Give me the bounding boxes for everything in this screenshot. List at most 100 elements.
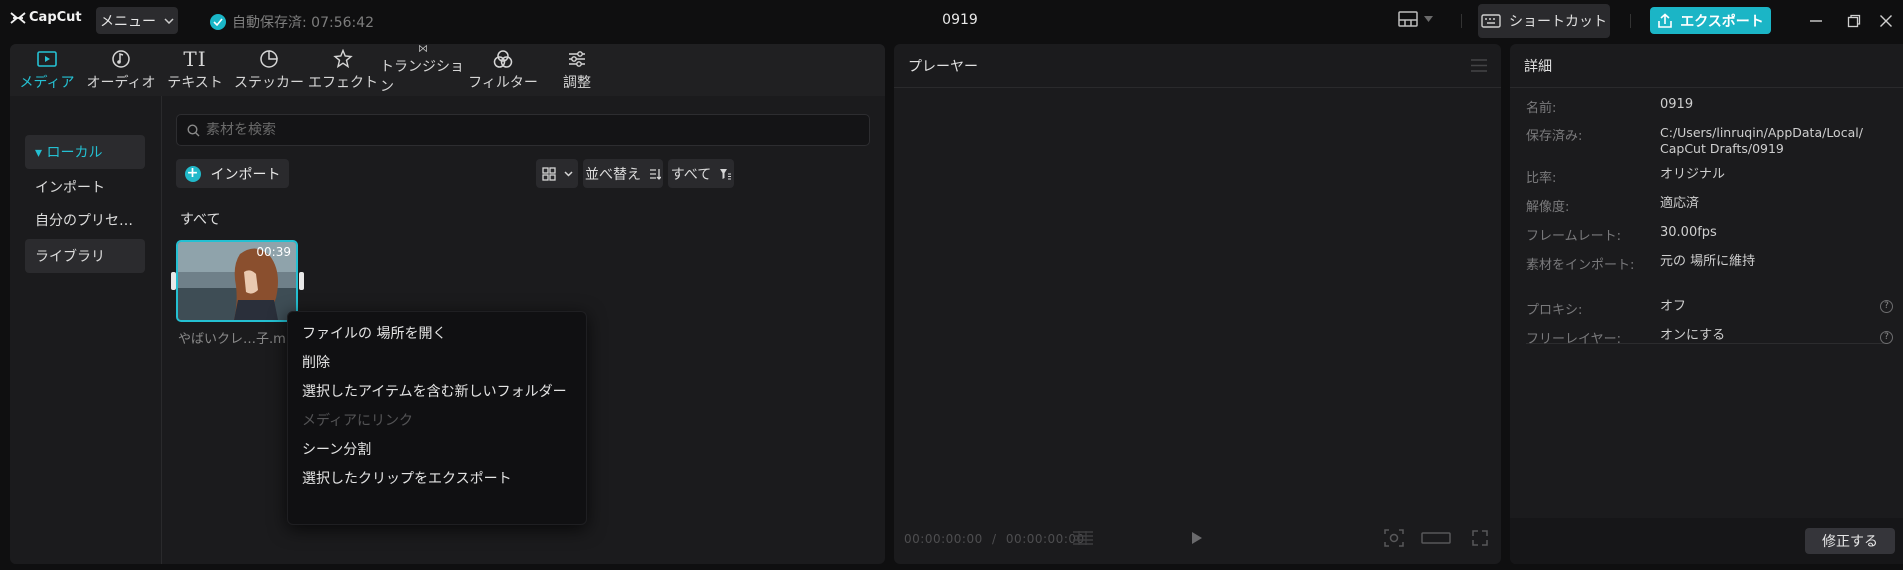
detail-key: 名前: bbox=[1526, 101, 1557, 116]
grid-view-icon bbox=[541, 166, 556, 181]
sidebar-item-import[interactable]: インポート bbox=[25, 170, 145, 204]
sticker-icon bbox=[260, 49, 278, 68]
detail-key: 比率: bbox=[1526, 171, 1557, 186]
section-label: すべて bbox=[180, 212, 221, 228]
close-button[interactable] bbox=[1876, 11, 1896, 31]
player-panel: プレーヤー 00:00:00:00 / 00:00:00:00 bbox=[894, 44, 1501, 564]
clip-right-handle[interactable] bbox=[299, 272, 304, 290]
tool-tabs: メディア オーディオ TI テキスト ステッカー エフェクト トランジション フ… bbox=[10, 44, 885, 96]
help-icon[interactable]: ? bbox=[1880, 300, 1893, 313]
menu-item-link-media: メディアにリンク bbox=[302, 413, 414, 429]
filter-label: すべて bbox=[670, 166, 712, 183]
tab-transition[interactable]: トランジション bbox=[380, 44, 466, 96]
menu-item-scene-split[interactable]: シーン分割 bbox=[302, 439, 371, 459]
tab-media[interactable]: メディア bbox=[10, 44, 84, 96]
timecode: 00:00:00:00 / 00:00:00:00 bbox=[904, 532, 1085, 546]
player-header: プレーヤー bbox=[894, 44, 1501, 88]
sidebar-item-label: ▾ ローカル bbox=[35, 145, 103, 161]
effect-icon bbox=[333, 48, 353, 68]
detail-header: 詳細 bbox=[1510, 44, 1903, 88]
tab-text[interactable]: TI テキスト bbox=[158, 44, 232, 96]
menu-button[interactable]: メニュー bbox=[96, 7, 178, 34]
tab-label: トランジション bbox=[380, 59, 464, 95]
layout-icon bbox=[1398, 11, 1418, 27]
search-icon bbox=[187, 123, 200, 136]
tab-sticker[interactable]: ステッカー bbox=[232, 44, 306, 96]
sidebar-item-label: ライブラリ bbox=[35, 249, 105, 265]
export-button[interactable]: エクスポート bbox=[1650, 7, 1771, 34]
detail-value: オリジナル bbox=[1660, 167, 1726, 182]
tab-effect[interactable]: エフェクト bbox=[306, 44, 380, 96]
clip-name: やばいクレ…子.m bbox=[178, 332, 286, 347]
detail-value: 0919 bbox=[1660, 97, 1694, 112]
text-icon: TI bbox=[183, 46, 207, 71]
import-label: インポート bbox=[210, 166, 281, 183]
clip-left-handle[interactable] bbox=[171, 272, 176, 290]
hamburger-menu-icon[interactable] bbox=[1471, 59, 1487, 72]
funnel-icon bbox=[720, 168, 732, 180]
menu-item-delete[interactable]: 削除 bbox=[302, 352, 330, 372]
list-icon[interactable] bbox=[1072, 530, 1094, 546]
tab-adjust[interactable]: 調整 bbox=[540, 44, 614, 96]
import-button[interactable]: + インポート bbox=[176, 159, 289, 188]
aspect-ratio-icon[interactable] bbox=[1421, 532, 1451, 544]
detail-key: フレームレート: bbox=[1526, 229, 1621, 244]
sort-button[interactable]: 並べ替え bbox=[583, 159, 663, 188]
fullscreen-icon[interactable] bbox=[1472, 530, 1488, 546]
sidebar-item-library[interactable]: ライブラリ bbox=[25, 239, 145, 273]
tab-label: オーディオ bbox=[86, 74, 156, 91]
focus-icon[interactable] bbox=[1384, 529, 1404, 547]
detail-key: 素材をインポート: bbox=[1526, 258, 1635, 273]
menu-item-new-folder[interactable]: 選択したアイテムを含む新しいフォルダー bbox=[302, 381, 567, 401]
help-icon[interactable]: ? bbox=[1880, 331, 1893, 344]
plus-icon: + bbox=[184, 165, 201, 182]
minimize-button[interactable] bbox=[1806, 11, 1826, 31]
restore-button[interactable] bbox=[1844, 11, 1864, 31]
sort-label: 並べ替え bbox=[585, 166, 641, 183]
sidebar-item-label: 自分のプリセ… bbox=[35, 213, 133, 229]
media-sidebar: ▾ ローカル インポート 自分のプリセ… ライブラリ bbox=[10, 96, 162, 564]
sidebar-item-presets[interactable]: 自分のプリセ… bbox=[25, 203, 145, 237]
timecode-separator: / bbox=[992, 532, 997, 546]
tab-filter[interactable]: フィルター bbox=[466, 44, 540, 96]
timecode-current: 00:00:00:00 bbox=[904, 532, 983, 546]
detail-key: 保存済み: bbox=[1526, 129, 1583, 144]
filter-icon bbox=[493, 49, 513, 68]
divider bbox=[1461, 14, 1462, 28]
view-mode-button[interactable] bbox=[536, 159, 578, 188]
menu-item-export-clip[interactable]: 選択したクリップをエクスポート bbox=[302, 468, 512, 488]
tab-audio[interactable]: オーディオ bbox=[84, 44, 158, 96]
detail-value: 適応済 bbox=[1660, 196, 1700, 211]
sidebar-item-local[interactable]: ▾ ローカル bbox=[25, 135, 145, 169]
filter-button[interactable]: すべて bbox=[668, 159, 734, 188]
title-bar: CapCut メニュー 自動保存済: 07:56:42 0919 ショートカット… bbox=[0, 0, 1903, 42]
close-icon bbox=[1880, 15, 1892, 27]
tab-label: 調整 bbox=[563, 74, 591, 91]
export-icon bbox=[1658, 12, 1673, 28]
detail-value: 30.00fps bbox=[1660, 225, 1717, 240]
layout-button[interactable] bbox=[1398, 11, 1433, 27]
shortcut-button[interactable]: ショートカット bbox=[1478, 4, 1610, 38]
detail-value: オンにする bbox=[1660, 328, 1726, 343]
tab-label: エフェクト bbox=[308, 74, 378, 91]
play-icon[interactable] bbox=[1191, 531, 1203, 545]
player-title: プレーヤー bbox=[908, 58, 978, 75]
autosave-status: 自動保存済: 07:56:42 bbox=[210, 12, 374, 32]
capcut-logo: CapCut bbox=[10, 10, 82, 25]
context-menu: ファイルの 場所を開く 削除 選択したアイテムを含む新しいフォルダー メディアに… bbox=[287, 311, 587, 525]
check-icon bbox=[210, 14, 226, 30]
detail-key: 解像度: bbox=[1526, 200, 1570, 215]
menu-label: メニュー bbox=[100, 13, 156, 30]
tab-label: フィルター bbox=[468, 74, 538, 91]
media-clip-thumbnail[interactable]: 00:39 bbox=[176, 240, 298, 322]
clip-duration: 00:39 bbox=[256, 245, 291, 259]
audio-icon bbox=[112, 49, 130, 68]
menu-item-open-file-location[interactable]: ファイルの 場所を開く bbox=[302, 323, 446, 343]
detail-title: 詳細 bbox=[1524, 58, 1552, 75]
divider bbox=[1630, 14, 1631, 28]
sort-icon bbox=[650, 168, 661, 180]
search-box bbox=[176, 114, 870, 146]
detail-key: フリーレイヤー: bbox=[1526, 332, 1621, 347]
search-input[interactable] bbox=[206, 122, 806, 138]
modify-button[interactable]: 修正する bbox=[1805, 528, 1895, 554]
